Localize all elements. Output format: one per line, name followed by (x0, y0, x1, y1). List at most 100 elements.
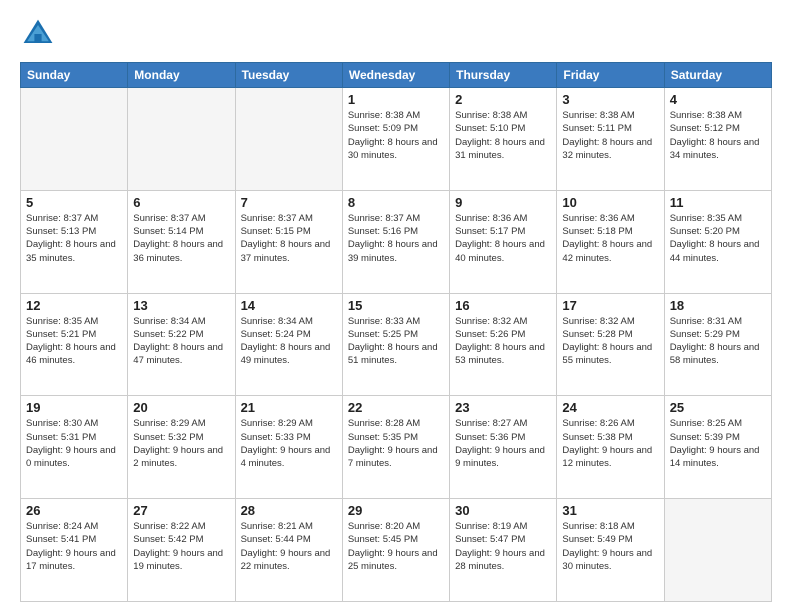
day-number: 18 (670, 298, 766, 313)
day-number: 13 (133, 298, 229, 313)
day-number: 9 (455, 195, 551, 210)
day-header-thursday: Thursday (450, 63, 557, 88)
day-number: 25 (670, 400, 766, 415)
day-number: 5 (26, 195, 122, 210)
calendar-cell: 27 Sunrise: 8:22 AM Sunset: 5:42 PM Dayl… (128, 499, 235, 602)
week-row-5: 26 Sunrise: 8:24 AM Sunset: 5:41 PM Dayl… (21, 499, 772, 602)
day-number: 23 (455, 400, 551, 415)
calendar-cell (128, 88, 235, 191)
calendar-cell: 25 Sunrise: 8:25 AM Sunset: 5:39 PM Dayl… (664, 396, 771, 499)
day-number: 8 (348, 195, 444, 210)
day-info: Sunrise: 8:22 AM Sunset: 5:42 PM Dayligh… (133, 520, 229, 573)
calendar-cell: 22 Sunrise: 8:28 AM Sunset: 5:35 PM Dayl… (342, 396, 449, 499)
calendar-cell: 29 Sunrise: 8:20 AM Sunset: 5:45 PM Dayl… (342, 499, 449, 602)
day-number: 14 (241, 298, 337, 313)
calendar-cell: 9 Sunrise: 8:36 AM Sunset: 5:17 PM Dayli… (450, 190, 557, 293)
calendar-cell: 4 Sunrise: 8:38 AM Sunset: 5:12 PM Dayli… (664, 88, 771, 191)
calendar-cell: 23 Sunrise: 8:27 AM Sunset: 5:36 PM Dayl… (450, 396, 557, 499)
day-info: Sunrise: 8:28 AM Sunset: 5:35 PM Dayligh… (348, 417, 444, 470)
calendar-cell: 3 Sunrise: 8:38 AM Sunset: 5:11 PM Dayli… (557, 88, 664, 191)
calendar-cell: 11 Sunrise: 8:35 AM Sunset: 5:20 PM Dayl… (664, 190, 771, 293)
day-info: Sunrise: 8:32 AM Sunset: 5:28 PM Dayligh… (562, 315, 658, 368)
calendar-body: 1 Sunrise: 8:38 AM Sunset: 5:09 PM Dayli… (21, 88, 772, 602)
day-number: 11 (670, 195, 766, 210)
day-number: 30 (455, 503, 551, 518)
calendar-cell: 7 Sunrise: 8:37 AM Sunset: 5:15 PM Dayli… (235, 190, 342, 293)
day-info: Sunrise: 8:20 AM Sunset: 5:45 PM Dayligh… (348, 520, 444, 573)
calendar-cell: 28 Sunrise: 8:21 AM Sunset: 5:44 PM Dayl… (235, 499, 342, 602)
calendar-cell: 5 Sunrise: 8:37 AM Sunset: 5:13 PM Dayli… (21, 190, 128, 293)
day-number: 12 (26, 298, 122, 313)
day-info: Sunrise: 8:37 AM Sunset: 5:13 PM Dayligh… (26, 212, 122, 265)
day-number: 26 (26, 503, 122, 518)
day-number: 16 (455, 298, 551, 313)
week-row-3: 12 Sunrise: 8:35 AM Sunset: 5:21 PM Dayl… (21, 293, 772, 396)
calendar-cell: 17 Sunrise: 8:32 AM Sunset: 5:28 PM Dayl… (557, 293, 664, 396)
calendar-cell: 30 Sunrise: 8:19 AM Sunset: 5:47 PM Dayl… (450, 499, 557, 602)
day-info: Sunrise: 8:26 AM Sunset: 5:38 PM Dayligh… (562, 417, 658, 470)
day-info: Sunrise: 8:19 AM Sunset: 5:47 PM Dayligh… (455, 520, 551, 573)
calendar-cell: 13 Sunrise: 8:34 AM Sunset: 5:22 PM Dayl… (128, 293, 235, 396)
day-info: Sunrise: 8:25 AM Sunset: 5:39 PM Dayligh… (670, 417, 766, 470)
calendar-cell: 19 Sunrise: 8:30 AM Sunset: 5:31 PM Dayl… (21, 396, 128, 499)
logo (20, 16, 62, 52)
week-row-4: 19 Sunrise: 8:30 AM Sunset: 5:31 PM Dayl… (21, 396, 772, 499)
day-number: 15 (348, 298, 444, 313)
calendar-cell: 1 Sunrise: 8:38 AM Sunset: 5:09 PM Dayli… (342, 88, 449, 191)
calendar-cell: 24 Sunrise: 8:26 AM Sunset: 5:38 PM Dayl… (557, 396, 664, 499)
day-number: 2 (455, 92, 551, 107)
day-info: Sunrise: 8:30 AM Sunset: 5:31 PM Dayligh… (26, 417, 122, 470)
day-number: 19 (26, 400, 122, 415)
day-number: 17 (562, 298, 658, 313)
day-header-friday: Friday (557, 63, 664, 88)
day-info: Sunrise: 8:36 AM Sunset: 5:17 PM Dayligh… (455, 212, 551, 265)
day-info: Sunrise: 8:35 AM Sunset: 5:21 PM Dayligh… (26, 315, 122, 368)
day-header-saturday: Saturday (664, 63, 771, 88)
day-number: 29 (348, 503, 444, 518)
day-info: Sunrise: 8:37 AM Sunset: 5:16 PM Dayligh… (348, 212, 444, 265)
week-row-2: 5 Sunrise: 8:37 AM Sunset: 5:13 PM Dayli… (21, 190, 772, 293)
day-info: Sunrise: 8:38 AM Sunset: 5:12 PM Dayligh… (670, 109, 766, 162)
calendar-cell: 31 Sunrise: 8:18 AM Sunset: 5:49 PM Dayl… (557, 499, 664, 602)
calendar-cell (235, 88, 342, 191)
day-header-sunday: Sunday (21, 63, 128, 88)
page: SundayMondayTuesdayWednesdayThursdayFrid… (0, 0, 792, 612)
day-info: Sunrise: 8:34 AM Sunset: 5:22 PM Dayligh… (133, 315, 229, 368)
day-info: Sunrise: 8:29 AM Sunset: 5:33 PM Dayligh… (241, 417, 337, 470)
calendar-cell: 14 Sunrise: 8:34 AM Sunset: 5:24 PM Dayl… (235, 293, 342, 396)
day-number: 27 (133, 503, 229, 518)
day-info: Sunrise: 8:38 AM Sunset: 5:10 PM Dayligh… (455, 109, 551, 162)
calendar-cell: 18 Sunrise: 8:31 AM Sunset: 5:29 PM Dayl… (664, 293, 771, 396)
day-header-monday: Monday (128, 63, 235, 88)
calendar-cell: 15 Sunrise: 8:33 AM Sunset: 5:25 PM Dayl… (342, 293, 449, 396)
day-info: Sunrise: 8:27 AM Sunset: 5:36 PM Dayligh… (455, 417, 551, 470)
day-info: Sunrise: 8:38 AM Sunset: 5:11 PM Dayligh… (562, 109, 658, 162)
day-number: 3 (562, 92, 658, 107)
day-info: Sunrise: 8:35 AM Sunset: 5:20 PM Dayligh… (670, 212, 766, 265)
calendar-cell: 12 Sunrise: 8:35 AM Sunset: 5:21 PM Dayl… (21, 293, 128, 396)
calendar-cell (21, 88, 128, 191)
day-number: 20 (133, 400, 229, 415)
calendar-cell: 20 Sunrise: 8:29 AM Sunset: 5:32 PM Dayl… (128, 396, 235, 499)
calendar-cell (664, 499, 771, 602)
day-info: Sunrise: 8:33 AM Sunset: 5:25 PM Dayligh… (348, 315, 444, 368)
day-number: 28 (241, 503, 337, 518)
calendar-cell: 6 Sunrise: 8:37 AM Sunset: 5:14 PM Dayli… (128, 190, 235, 293)
calendar-header: SundayMondayTuesdayWednesdayThursdayFrid… (21, 63, 772, 88)
day-header-wednesday: Wednesday (342, 63, 449, 88)
day-info: Sunrise: 8:37 AM Sunset: 5:15 PM Dayligh… (241, 212, 337, 265)
day-number: 6 (133, 195, 229, 210)
day-number: 10 (562, 195, 658, 210)
calendar-cell: 10 Sunrise: 8:36 AM Sunset: 5:18 PM Dayl… (557, 190, 664, 293)
calendar-cell: 26 Sunrise: 8:24 AM Sunset: 5:41 PM Dayl… (21, 499, 128, 602)
day-number: 24 (562, 400, 658, 415)
calendar-cell: 8 Sunrise: 8:37 AM Sunset: 5:16 PM Dayli… (342, 190, 449, 293)
day-number: 21 (241, 400, 337, 415)
day-number: 22 (348, 400, 444, 415)
days-of-week-row: SundayMondayTuesdayWednesdayThursdayFrid… (21, 63, 772, 88)
calendar-table: SundayMondayTuesdayWednesdayThursdayFrid… (20, 62, 772, 602)
day-info: Sunrise: 8:31 AM Sunset: 5:29 PM Dayligh… (670, 315, 766, 368)
day-number: 7 (241, 195, 337, 210)
day-info: Sunrise: 8:37 AM Sunset: 5:14 PM Dayligh… (133, 212, 229, 265)
day-info: Sunrise: 8:38 AM Sunset: 5:09 PM Dayligh… (348, 109, 444, 162)
